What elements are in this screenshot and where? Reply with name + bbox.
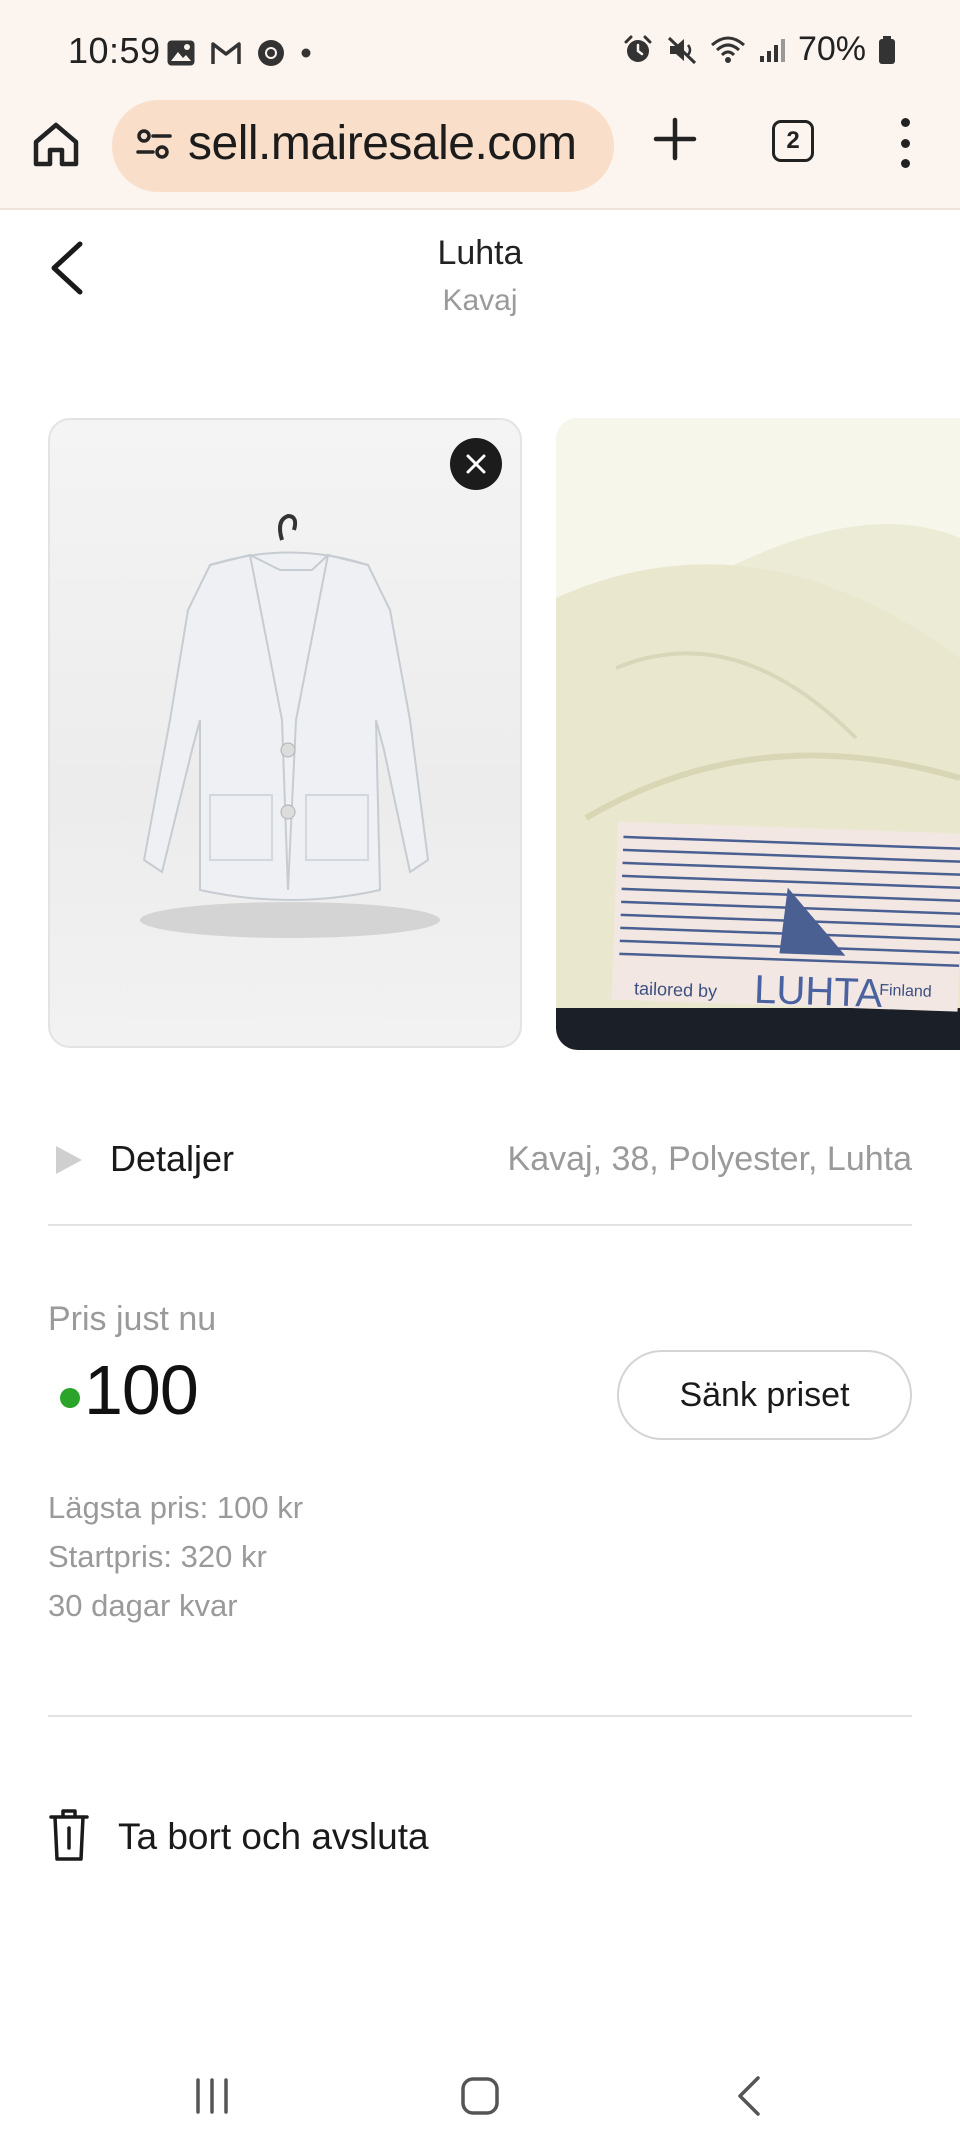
overflow-menu-icon[interactable] — [890, 118, 920, 168]
label-image: tailored by LUHTA Finland — [556, 418, 960, 1050]
status-bar: 10:59 70% — [0, 0, 960, 100]
trash-icon — [49, 1809, 89, 1861]
jacket-photo[interactable] — [48, 418, 522, 1048]
home-nav-icon[interactable] — [460, 2076, 500, 2116]
lower-price-button[interactable]: Sänk priset — [617, 1350, 912, 1440]
tab-switcher-button[interactable]: 2 — [772, 120, 814, 162]
system-nav-bar — [0, 2020, 960, 2133]
gallery-icon — [167, 40, 195, 66]
label-photo[interactable]: tailored by LUHTA Finland — [556, 418, 960, 1050]
status-time: 10:59 — [68, 30, 161, 71]
mute-icon — [667, 36, 696, 64]
gmail-icon — [211, 42, 241, 64]
details-row[interactable]: Detaljer Kavaj, 38, Polyester, Luhta — [48, 1130, 912, 1190]
browser-toolbar: sell.mairesale.com 2 — [0, 100, 960, 210]
back-nav-icon[interactable] — [734, 2074, 764, 2118]
chrome-icon — [258, 40, 284, 66]
new-tab-icon[interactable] — [652, 116, 698, 162]
page-title: Luhta — [437, 234, 523, 272]
details-label: Detaljer — [110, 1138, 235, 1179]
recent-apps-icon[interactable] — [192, 2076, 232, 2116]
jacket-image — [140, 513, 440, 938]
price-label: Pris just nu — [48, 1300, 217, 1338]
start-price: Startpris: 320 kr — [48, 1539, 267, 1574]
days-left: 30 dagar kvar — [48, 1588, 238, 1623]
signal-icon — [759, 38, 785, 62]
details-summary: Kavaj, 38, Polyester, Luhta — [507, 1140, 912, 1178]
alarm-icon — [624, 35, 652, 62]
divider — [48, 1224, 912, 1226]
svg-text:tailored by: tailored by — [634, 978, 718, 1001]
wifi-icon — [710, 36, 745, 63]
remove-listing-button[interactable]: Ta bort och avsluta — [48, 1808, 748, 1864]
site-settings-icon[interactable] — [134, 124, 174, 164]
notification-icons — [166, 38, 312, 68]
dot-icon — [301, 48, 311, 58]
page-subtitle: Kavaj — [442, 284, 518, 317]
current-price: 100 — [84, 1351, 199, 1429]
battery-percent: 70% — [797, 30, 866, 68]
remove-listing-label: Ta bort och avsluta — [118, 1816, 429, 1857]
lowest-price: Lägsta pris: 100 kr — [48, 1490, 304, 1525]
url-text: sell.mairesale.com — [188, 117, 577, 170]
svg-text:LUHTA: LUHTA — [753, 968, 883, 1016]
close-icon — [466, 454, 486, 474]
divider — [48, 1715, 912, 1717]
system-icons: 70% — [622, 30, 896, 69]
battery-icon — [879, 35, 895, 64]
svg-text:Finland: Finland — [879, 982, 932, 1001]
active-status-dot — [60, 1388, 80, 1408]
remove-photo-button[interactable] — [450, 438, 502, 490]
home-icon[interactable] — [30, 118, 82, 170]
expand-triangle-icon — [56, 1146, 82, 1174]
address-bar[interactable]: sell.mairesale.com — [112, 100, 614, 192]
